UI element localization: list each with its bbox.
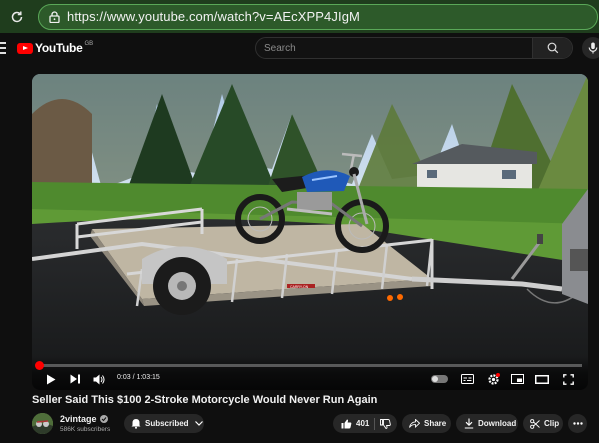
trailer-plate: CARRY-ON — [290, 285, 309, 289]
time-display: 0:03 / 1:03:15 — [117, 374, 160, 381]
search-box — [255, 37, 573, 59]
thumbs-down-icon — [380, 418, 392, 429]
search-input[interactable] — [256, 38, 532, 58]
play-icon — [47, 374, 56, 384]
verified-icon — [99, 415, 108, 423]
video-title: Seller Said This $100 2-Stroke Motorcycl… — [32, 394, 378, 406]
browser-toolbar: https://www.youtube.com/watch?v=AEcXPP4J… — [0, 0, 599, 33]
channel-name[interactable]: 2vintage — [60, 414, 97, 424]
subscribed-button[interactable]: Subscribed — [124, 414, 204, 433]
volume-icon — [93, 374, 105, 384]
download-button[interactable]: Download — [456, 414, 518, 433]
bell-icon — [131, 419, 141, 429]
youtube-header: YouTube GB — [0, 33, 599, 63]
like-count: 401 — [356, 419, 370, 428]
reload-icon[interactable] — [0, 0, 34, 33]
logo-region: GB — [84, 41, 94, 47]
volume-button[interactable] — [92, 372, 106, 386]
more-actions-button[interactable] — [568, 414, 587, 433]
like-dislike-group: 401 — [333, 414, 397, 433]
download-icon — [464, 418, 474, 429]
miniplayer-button[interactable] — [510, 372, 524, 386]
mic-icon — [588, 42, 598, 54]
url-text: https://www.youtube.com/watch?v=AEcXPP4J… — [67, 9, 360, 24]
clip-button[interactable]: Clip — [523, 414, 563, 433]
video-frame: CARRY-ON — [32, 74, 588, 390]
subscriber-count: 586K subscribers — [60, 426, 111, 433]
settings-button[interactable] — [486, 372, 500, 386]
miniplayer-icon — [510, 374, 524, 384]
theater-icon — [535, 374, 549, 384]
channel-name-row[interactable]: 2vintage — [60, 414, 108, 424]
channel-avatar[interactable] — [32, 413, 53, 434]
search-button[interactable] — [532, 38, 572, 58]
video-player[interactable]: CARRY-ON 0:03 / 1:03:15 — [32, 74, 588, 390]
like-button[interactable]: 401 — [341, 419, 369, 429]
share-label: Share — [424, 419, 447, 428]
youtube-logo[interactable]: YouTube GB — [17, 41, 93, 55]
autoplay-toggle[interactable] — [430, 372, 448, 386]
scissors-icon — [530, 418, 540, 429]
theater-mode-button[interactable] — [535, 372, 549, 386]
progress-bar[interactable] — [35, 361, 582, 370]
download-label: Download — [478, 419, 517, 428]
player-controls: 0:03 / 1:03:15 — [32, 356, 588, 390]
voice-search-button[interactable] — [582, 37, 599, 59]
dislike-button[interactable] — [380, 418, 392, 429]
youtube-logo-icon — [17, 42, 33, 54]
fullscreen-button[interactable] — [561, 372, 575, 386]
next-icon — [70, 374, 80, 384]
share-button[interactable]: Share — [402, 414, 451, 433]
subtitles-button[interactable] — [460, 372, 474, 386]
more-icon — [572, 422, 583, 425]
settings-icon — [487, 372, 500, 385]
search-icon — [547, 42, 558, 54]
subscribed-label: Subscribed — [145, 419, 189, 428]
like-divider — [374, 417, 376, 430]
next-button[interactable] — [68, 372, 82, 386]
share-icon — [409, 419, 420, 428]
chevron-down-icon — [194, 421, 203, 426]
fullscreen-icon — [562, 373, 574, 385]
lock-icon — [47, 10, 61, 24]
play-button[interactable] — [44, 372, 58, 386]
thumbs-up-icon — [341, 419, 352, 428]
scrubber-handle[interactable] — [35, 361, 45, 370]
menu-icon[interactable] — [0, 42, 6, 54]
subtitles-icon — [460, 374, 474, 384]
clip-label: Clip — [544, 419, 560, 428]
address-bar[interactable]: https://www.youtube.com/watch?v=AEcXPP4J… — [38, 3, 598, 30]
logo-text: YouTube — [35, 41, 83, 55]
